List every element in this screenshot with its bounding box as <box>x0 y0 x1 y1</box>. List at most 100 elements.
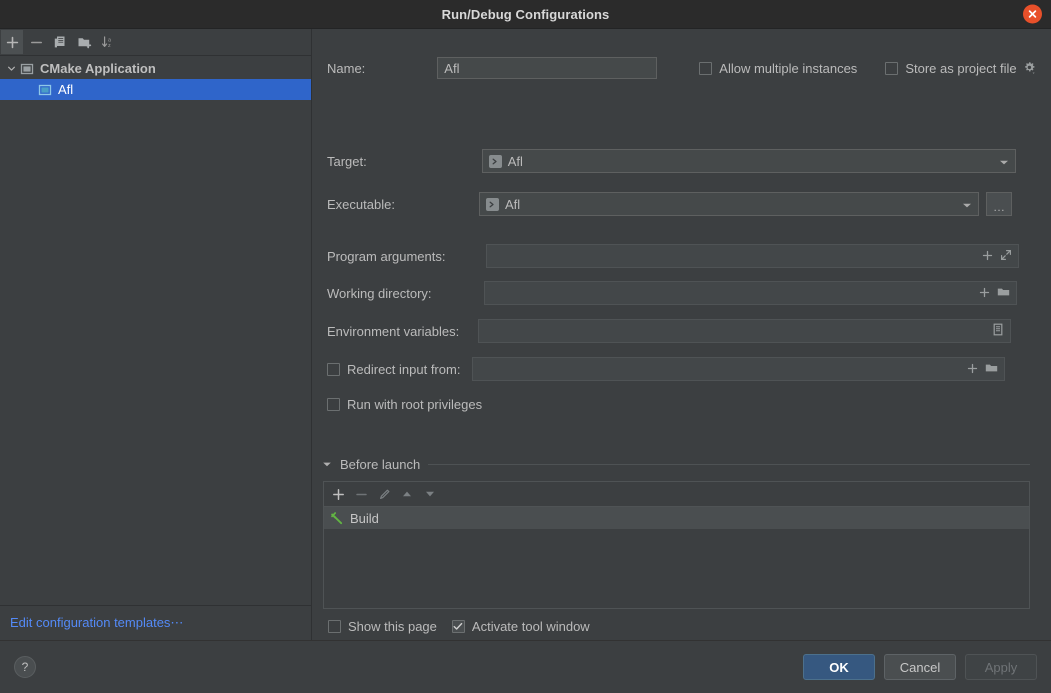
ok-button-label: OK <box>829 659 849 675</box>
name-row: Name: Afl Allow multiple instances Store… <box>327 57 1047 79</box>
chevron-down-icon[interactable] <box>5 64 18 73</box>
target-row: Target: Afl <box>327 149 1045 173</box>
list-item[interactable]: Build <box>324 507 1029 529</box>
environment-list-icon[interactable] <box>992 323 1004 339</box>
configuration-form: Name: Afl Allow multiple instances Store… <box>312 29 1051 640</box>
add-icon[interactable] <box>979 286 990 301</box>
program-arguments-label: Program arguments: <box>327 248 446 264</box>
cmake-application-icon <box>38 83 52 97</box>
before-launch-task-list[interactable]: Build <box>324 507 1029 608</box>
redirect-input-checkbox[interactable]: Redirect input from: <box>327 362 460 377</box>
arrow-up-icon[interactable] <box>397 484 417 504</box>
tree-group-cmake-application[interactable]: CMake Application <box>0 58 311 79</box>
allow-multiple-instances-checkbox[interactable]: Allow multiple instances <box>699 61 857 76</box>
run-debug-configurations-dialog: Run/Debug Configurations a z CMake Appli… <box>0 0 1051 693</box>
target-value: Afl <box>507 153 523 169</box>
name-input-value: Afl <box>444 60 460 76</box>
working-directory-input[interactable] <box>483 281 1017 305</box>
folder-add-icon[interactable] <box>73 30 95 54</box>
show-this-page-box[interactable] <box>328 620 341 633</box>
cancel-button-label: Cancel <box>899 659 941 675</box>
dialog-footer: ? OK Cancel Apply <box>0 641 1051 693</box>
edit-configuration-templates-link[interactable]: Edit configuration templates⋯ <box>10 615 183 631</box>
svg-text:z: z <box>108 43 111 49</box>
redirect-input-box[interactable] <box>327 362 340 376</box>
gear-icon[interactable] <box>1023 61 1036 75</box>
chevron-down-icon[interactable] <box>962 197 972 212</box>
chevron-down-icon[interactable] <box>999 154 1009 169</box>
name-input[interactable]: Afl <box>437 57 658 79</box>
target-label: Target: <box>327 153 367 169</box>
executable-icon <box>485 197 499 211</box>
show-this-page-label: Show this page <box>348 619 437 634</box>
redirect-input-row: Redirect input from: <box>327 357 1045 381</box>
configurations-panel: a z CMake Application Afl Edit configura… <box>0 29 312 640</box>
environment-variables-row: Environment variables: <box>327 319 1045 343</box>
close-icon[interactable] <box>1023 4 1042 24</box>
environment-variables-input[interactable] <box>478 319 1012 343</box>
tree-group-label: CMake Application <box>40 61 156 76</box>
arrow-down-icon[interactable] <box>420 484 440 504</box>
expand-editor-icon[interactable] <box>1000 249 1012 264</box>
executable-select[interactable]: Afl <box>478 192 979 216</box>
tree-item-afl[interactable]: Afl <box>0 79 311 100</box>
working-directory-row: Working directory: <box>327 281 1045 305</box>
cancel-button[interactable]: Cancel <box>884 654 956 680</box>
add-task-button[interactable] <box>328 484 348 504</box>
copy-configuration-icon[interactable] <box>49 30 71 54</box>
redirect-input-field[interactable] <box>472 357 1006 381</box>
titlebar: Run/Debug Configurations <box>0 0 1051 29</box>
browse-executable-label: … <box>992 200 1005 214</box>
remove-task-button[interactable] <box>351 484 371 504</box>
name-label: Name: <box>327 60 366 76</box>
tree-item-label: Afl <box>58 82 74 97</box>
run-with-root-label: Run with root privileges <box>347 397 483 412</box>
browse-executable-button[interactable]: … <box>985 192 1012 216</box>
apply-button[interactable]: Apply <box>965 654 1037 680</box>
section-divider <box>428 464 1030 465</box>
folder-icon[interactable] <box>985 362 998 377</box>
add-icon[interactable] <box>982 249 993 264</box>
remove-configuration-button[interactable] <box>25 30 47 54</box>
run-with-root-box[interactable] <box>327 398 340 411</box>
hammer-icon <box>330 511 344 525</box>
activate-tool-window-checkbox[interactable]: Activate tool window <box>451 619 590 634</box>
footer-buttons: OK Cancel Apply <box>803 654 1037 680</box>
pencil-icon[interactable] <box>374 484 394 504</box>
configurations-toolbar: a z <box>0 29 311 56</box>
activate-tool-window-label: Activate tool window <box>471 619 590 634</box>
store-as-project-file-box[interactable] <box>885 61 899 75</box>
list-item-label: Build <box>350 510 379 526</box>
apply-button-label: Apply <box>984 659 1018 675</box>
allow-multiple-instances-label: Allow multiple instances <box>719 60 858 76</box>
activate-tool-window-box[interactable] <box>451 620 465 633</box>
window-title: Run/Debug Configurations <box>441 6 610 22</box>
sort-az-icon[interactable]: a z <box>97 30 119 54</box>
run-with-root-checkbox[interactable]: Run with root privileges <box>327 397 482 412</box>
chevron-down-icon[interactable] <box>322 460 332 469</box>
help-button[interactable]: ? <box>14 656 36 678</box>
before-launch-header[interactable]: Before launch <box>322 457 1030 472</box>
show-this-page-checkbox[interactable]: Show this page <box>328 619 437 634</box>
store-as-project-file-label: Store as project file <box>905 60 1017 76</box>
working-directory-label: Working directory: <box>327 285 432 301</box>
before-launch-box: Build <box>323 481 1030 609</box>
store-as-project-file-checkbox[interactable]: Store as project file <box>885 61 1035 76</box>
ok-button[interactable]: OK <box>803 654 875 680</box>
folder-icon[interactable] <box>997 286 1010 301</box>
target-select[interactable]: Afl <box>481 149 1016 173</box>
before-launch-toolbar <box>324 482 1029 507</box>
executable-row: Executable: Afl … <box>327 192 1045 216</box>
program-arguments-row: Program arguments: <box>327 244 1045 268</box>
left-footer: Edit configuration templates⋯ <box>0 605 311 640</box>
add-icon[interactable] <box>967 362 978 377</box>
add-configuration-button[interactable] <box>1 30 23 54</box>
program-arguments-input[interactable] <box>485 244 1019 268</box>
before-launch-title: Before launch <box>340 457 421 472</box>
executable-label: Executable: <box>327 196 395 212</box>
dialog-body: a z CMake Application Afl Edit configura… <box>0 29 1051 641</box>
configurations-tree[interactable]: CMake Application Afl <box>0 56 311 605</box>
environment-variables-label: Environment variables: <box>327 323 460 339</box>
allow-multiple-instances-box[interactable] <box>699 61 713 75</box>
executable-icon <box>488 154 502 168</box>
